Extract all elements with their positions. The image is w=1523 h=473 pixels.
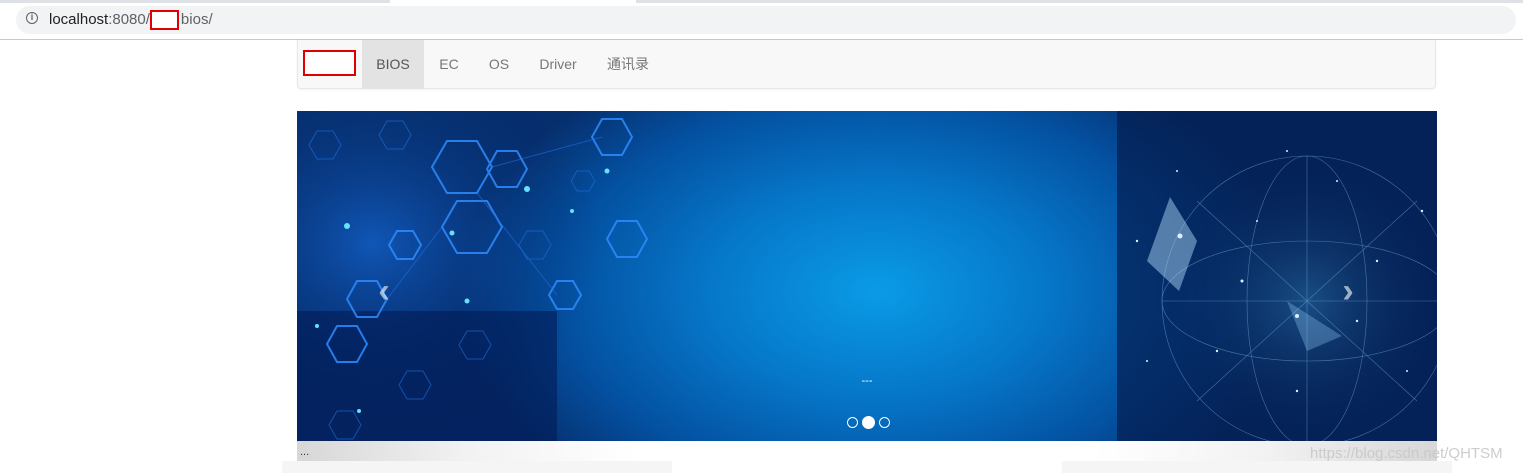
navbar: BIOS EC OS Driver 通讯录 (297, 40, 1436, 89)
redaction-box (150, 10, 179, 30)
footer-strip (297, 441, 1437, 461)
panel-left (282, 461, 672, 473)
watermark: https://blog.csdn.net/QHTSM (1310, 445, 1503, 462)
carousel-indicators (845, 414, 892, 430)
navbar-brand-redacted[interactable] (303, 50, 356, 76)
chevron-right-icon[interactable]: › (1337, 274, 1359, 308)
url-path: bios/ (180, 11, 213, 28)
chevron-left-icon[interactable]: ‹ (373, 274, 395, 308)
carousel: ‹ › --- (297, 111, 1437, 441)
tab-strip (636, 0, 1523, 3)
carousel-indicator[interactable] (847, 417, 858, 429)
browser-address-bar: i localhost:8080/bios/ (0, 0, 1523, 40)
nav-item-contacts[interactable]: 通讯录 (592, 40, 664, 89)
carousel-slide-image (297, 111, 1437, 441)
carousel-caption: --- (861, 375, 873, 387)
info-icon[interactable]: i (26, 12, 38, 24)
nav-item-driver[interactable]: Driver (524, 40, 592, 89)
url-host: localhost (49, 11, 109, 28)
url-text[interactable]: localhost:8080/bios/ (49, 11, 213, 29)
omnibox[interactable] (16, 6, 1516, 34)
nav-item-bios[interactable]: BIOS (362, 40, 424, 89)
tab-strip (0, 0, 390, 3)
nav-item-os[interactable]: OS (474, 40, 524, 89)
url-port: :8080/ (108, 11, 150, 28)
carousel-indicator-active[interactable] (862, 416, 875, 430)
footer-text: ... (300, 446, 310, 458)
carousel-indicator[interactable] (879, 417, 890, 429)
nav-item-ec[interactable]: EC (424, 40, 474, 89)
panel-right (1062, 461, 1452, 473)
